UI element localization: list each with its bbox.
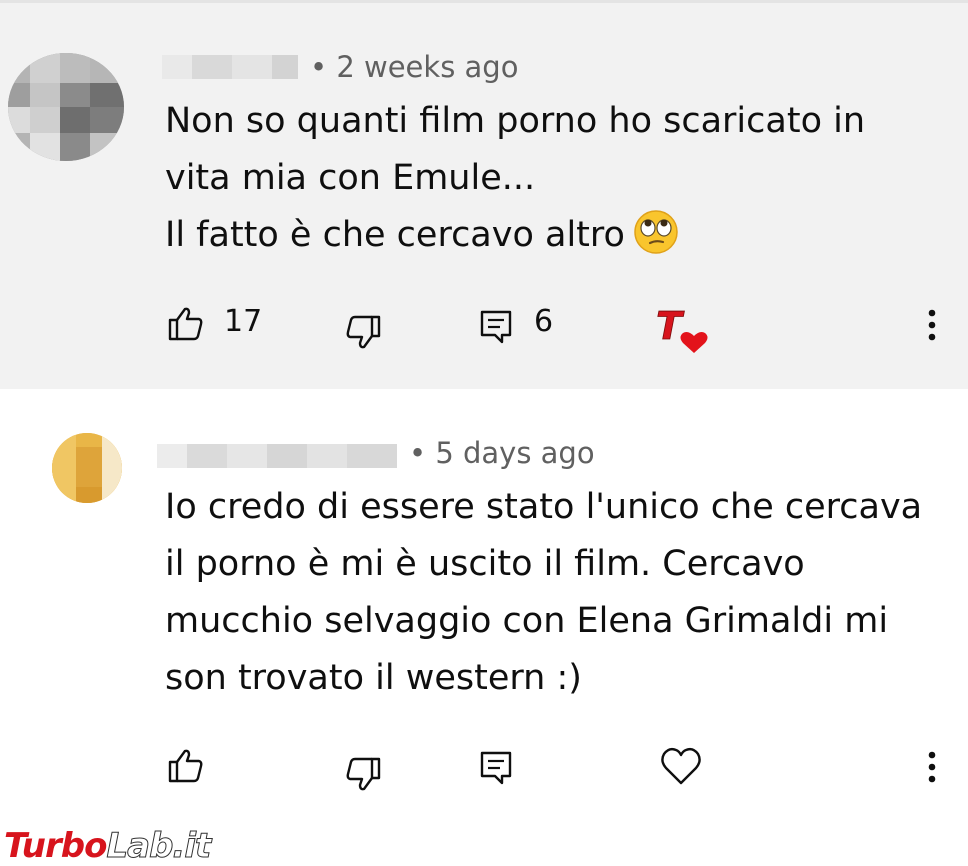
dislike-icon[interactable] xyxy=(344,314,382,350)
like-icon[interactable] xyxy=(167,748,205,784)
dislike-icon[interactable] xyxy=(344,756,382,792)
turbolab-watermark-logo: TurboLab.it xyxy=(4,826,212,866)
comment-text: Non so quanti film porno ho scaricato in… xyxy=(165,93,905,264)
comment-text-line: mucchio selvaggio con Elena Grimaldi mi xyxy=(165,601,889,641)
like-count: 17 xyxy=(224,304,263,339)
watermark-part-2: Lab.it xyxy=(106,826,212,866)
heart-outline-icon[interactable] xyxy=(660,746,702,786)
comment-1: • 2 weeks ago Non so quanti film porno h… xyxy=(0,3,968,389)
comment-text-line: Il fatto è che cercavo altro xyxy=(165,215,625,255)
watermark-part-1: Turbo xyxy=(4,826,107,866)
comment-text-line: vita mia con Emule... xyxy=(165,158,536,198)
like-icon[interactable] xyxy=(167,306,205,342)
svg-text:T: T xyxy=(656,304,685,348)
more-options-icon[interactable] xyxy=(926,308,938,344)
comment-text-line: son trovato il western :) xyxy=(165,658,582,698)
reply-icon[interactable] xyxy=(479,750,513,786)
comment-2: • 5 days ago Io credo di essere stato l'… xyxy=(0,389,968,866)
reply-icon[interactable] xyxy=(479,309,513,345)
comment-timestamp[interactable]: • 5 days ago xyxy=(409,436,595,470)
more-options-icon[interactable] xyxy=(926,750,938,786)
comment-timestamp[interactable]: • 2 weeks ago xyxy=(310,50,518,84)
creator-heart-icon[interactable]: T xyxy=(654,303,712,357)
user-avatar-blurred[interactable] xyxy=(52,433,122,503)
comment-text-line: il porno è mi è uscito il film. Cercavo xyxy=(165,544,805,584)
comment-text: Io credo di essere stato l'unico che cer… xyxy=(165,479,955,707)
rolling-eyes-emoji-icon xyxy=(634,210,678,254)
user-avatar-blurred[interactable] xyxy=(8,53,124,161)
comment-text-line: Io credo di essere stato l'unico che cer… xyxy=(165,487,923,527)
username-blurred[interactable] xyxy=(157,444,397,468)
username-blurred[interactable] xyxy=(162,55,298,79)
comment-text-line: Non so quanti film porno ho scaricato in xyxy=(165,101,866,141)
reply-count: 6 xyxy=(534,304,554,339)
